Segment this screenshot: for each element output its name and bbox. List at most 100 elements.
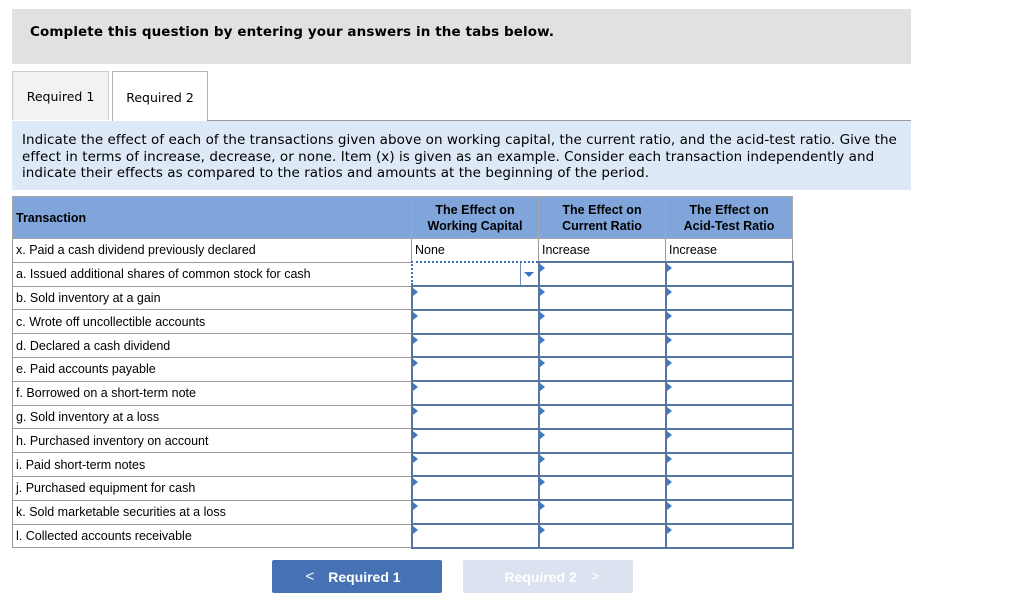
current-ratio-select[interactable] bbox=[537, 404, 667, 430]
transaction-label: a. Issued additional shares of common st… bbox=[12, 261, 412, 287]
working-capital-select[interactable] bbox=[410, 356, 540, 383]
transaction-label: f. Borrowed on a short-term note bbox=[12, 380, 412, 406]
current-ratio-select[interactable] bbox=[537, 499, 667, 526]
working-capital-select[interactable] bbox=[410, 404, 540, 430]
acid-test-select[interactable] bbox=[664, 285, 794, 311]
acid-test-select[interactable] bbox=[664, 523, 794, 549]
working-capital-select[interactable] bbox=[410, 427, 540, 454]
current-ratio-select[interactable] bbox=[537, 308, 667, 335]
cell-marker-icon bbox=[666, 454, 672, 463]
cell-marker-icon bbox=[666, 478, 672, 487]
prev-required-1-button[interactable]: < Required 1 bbox=[272, 560, 442, 593]
working-capital-select[interactable] bbox=[410, 451, 540, 478]
transaction-label: j. Purchased equipment for cash bbox=[12, 475, 412, 501]
working-capital-value: None bbox=[411, 238, 539, 263]
cell-marker-icon bbox=[412, 454, 418, 463]
cell-marker-icon bbox=[539, 407, 545, 416]
acid-test-select[interactable] bbox=[664, 475, 794, 502]
cell-marker-icon bbox=[539, 288, 545, 297]
transaction-label: c. Wrote off uncollectible accounts bbox=[12, 309, 412, 335]
table-row: g. Sold inventory at a loss bbox=[12, 404, 794, 430]
chevron-right-icon: > bbox=[590, 568, 600, 585]
transaction-label: d. Declared a cash dividend bbox=[12, 333, 412, 358]
working-capital-select[interactable] bbox=[410, 523, 540, 549]
working-capital-select[interactable] bbox=[410, 261, 540, 288]
header-line: Working Capital bbox=[427, 218, 523, 233]
transaction-label: b. Sold inventory at a gain bbox=[12, 285, 412, 311]
table-header-row: Transaction The Effect on Working Capital… bbox=[12, 196, 793, 239]
cell-marker-icon bbox=[539, 454, 545, 463]
acid-test-select[interactable] bbox=[664, 499, 794, 526]
cell-marker-icon bbox=[666, 335, 672, 344]
transaction-label: g. Sold inventory at a loss bbox=[12, 404, 412, 430]
current-ratio-select[interactable] bbox=[537, 261, 667, 288]
header-line: Acid-Test Ratio bbox=[683, 218, 775, 233]
acid-test-select[interactable] bbox=[664, 451, 794, 478]
working-capital-select[interactable] bbox=[410, 285, 540, 311]
current-ratio-select[interactable] bbox=[537, 285, 667, 311]
cell-marker-icon bbox=[412, 335, 418, 344]
cell-marker-icon bbox=[666, 383, 672, 392]
cell-marker-icon bbox=[539, 335, 545, 344]
acid-test-select[interactable] bbox=[664, 332, 794, 359]
header-current-ratio: The Effect on Current Ratio bbox=[538, 196, 666, 239]
tab-label: Required 2 bbox=[126, 89, 194, 105]
table-row: d. Declared a cash dividend bbox=[12, 332, 794, 359]
current-ratio-select[interactable] bbox=[537, 475, 667, 502]
acid-test-select[interactable] bbox=[664, 427, 794, 454]
cell-marker-icon bbox=[412, 288, 418, 297]
table-row: e. Paid accounts payable bbox=[12, 356, 794, 383]
cell-marker-icon bbox=[666, 407, 672, 416]
current-ratio-value: Increase bbox=[538, 238, 666, 263]
working-capital-select[interactable] bbox=[410, 499, 540, 526]
transaction-label: e. Paid accounts payable bbox=[12, 356, 412, 382]
table-row: c. Wrote off uncollectible accounts bbox=[12, 308, 794, 335]
cell-marker-icon bbox=[412, 502, 418, 511]
current-ratio-select[interactable] bbox=[537, 451, 667, 478]
transaction-label: i. Paid short-term notes bbox=[12, 452, 412, 477]
cell-marker-icon bbox=[539, 502, 545, 511]
transaction-label: l. Collected accounts receivable bbox=[12, 523, 412, 549]
working-capital-select[interactable] bbox=[410, 475, 540, 502]
table-row: j. Purchased equipment for cash bbox=[12, 475, 794, 502]
working-capital-select[interactable] bbox=[410, 308, 540, 335]
current-ratio-select[interactable] bbox=[537, 356, 667, 383]
current-ratio-select[interactable] bbox=[537, 427, 667, 454]
transaction-label: h. Purchased inventory on account bbox=[12, 428, 412, 454]
working-capital-select[interactable] bbox=[410, 332, 540, 359]
cell-marker-icon bbox=[666, 502, 672, 511]
cell-marker-icon bbox=[666, 359, 672, 368]
table-row: i. Paid short-term notes bbox=[12, 451, 794, 478]
header-line: Current Ratio bbox=[562, 218, 642, 233]
acid-test-select[interactable] bbox=[664, 404, 794, 430]
question-text: Indicate the effect of each of the trans… bbox=[12, 121, 911, 190]
cell-marker-icon bbox=[412, 407, 418, 416]
current-ratio-select[interactable] bbox=[537, 523, 667, 549]
tab-required-2[interactable]: Required 2 bbox=[112, 71, 208, 122]
cell-marker-icon bbox=[666, 430, 672, 439]
cell-marker-icon bbox=[539, 526, 545, 535]
dropdown-arrow-icon[interactable] bbox=[519, 263, 538, 286]
table-row: f. Borrowed on a short-term note bbox=[12, 380, 794, 407]
example-row: x. Paid a cash dividend previously decla… bbox=[12, 238, 793, 263]
transactions-table: Transaction The Effect on Working Capital… bbox=[12, 196, 794, 549]
acid-test-select[interactable] bbox=[664, 356, 794, 383]
cell-marker-icon bbox=[539, 383, 545, 392]
current-ratio-select[interactable] bbox=[537, 380, 667, 407]
next-required-2-button[interactable]: Required 2 > bbox=[463, 560, 633, 593]
prev-button-label: Required 1 bbox=[328, 568, 401, 585]
instruction-banner: Complete this question by entering your … bbox=[12, 9, 911, 64]
transaction-label: x. Paid a cash dividend previously decla… bbox=[12, 238, 412, 263]
cell-marker-icon bbox=[412, 359, 418, 368]
tab-required-1[interactable]: Required 1 bbox=[12, 71, 109, 120]
acid-test-value: Increase bbox=[665, 238, 793, 263]
current-ratio-select[interactable] bbox=[537, 332, 667, 359]
header-working-capital: The Effect on Working Capital bbox=[411, 196, 539, 239]
header-acid-test: The Effect on Acid-Test Ratio bbox=[665, 196, 793, 239]
acid-test-select[interactable] bbox=[664, 380, 794, 407]
working-capital-select[interactable] bbox=[410, 380, 540, 407]
caret-down-icon bbox=[524, 271, 534, 277]
acid-test-select[interactable] bbox=[664, 308, 794, 335]
transaction-label: k. Sold marketable securities at a loss bbox=[12, 499, 412, 525]
acid-test-select[interactable] bbox=[664, 261, 794, 288]
